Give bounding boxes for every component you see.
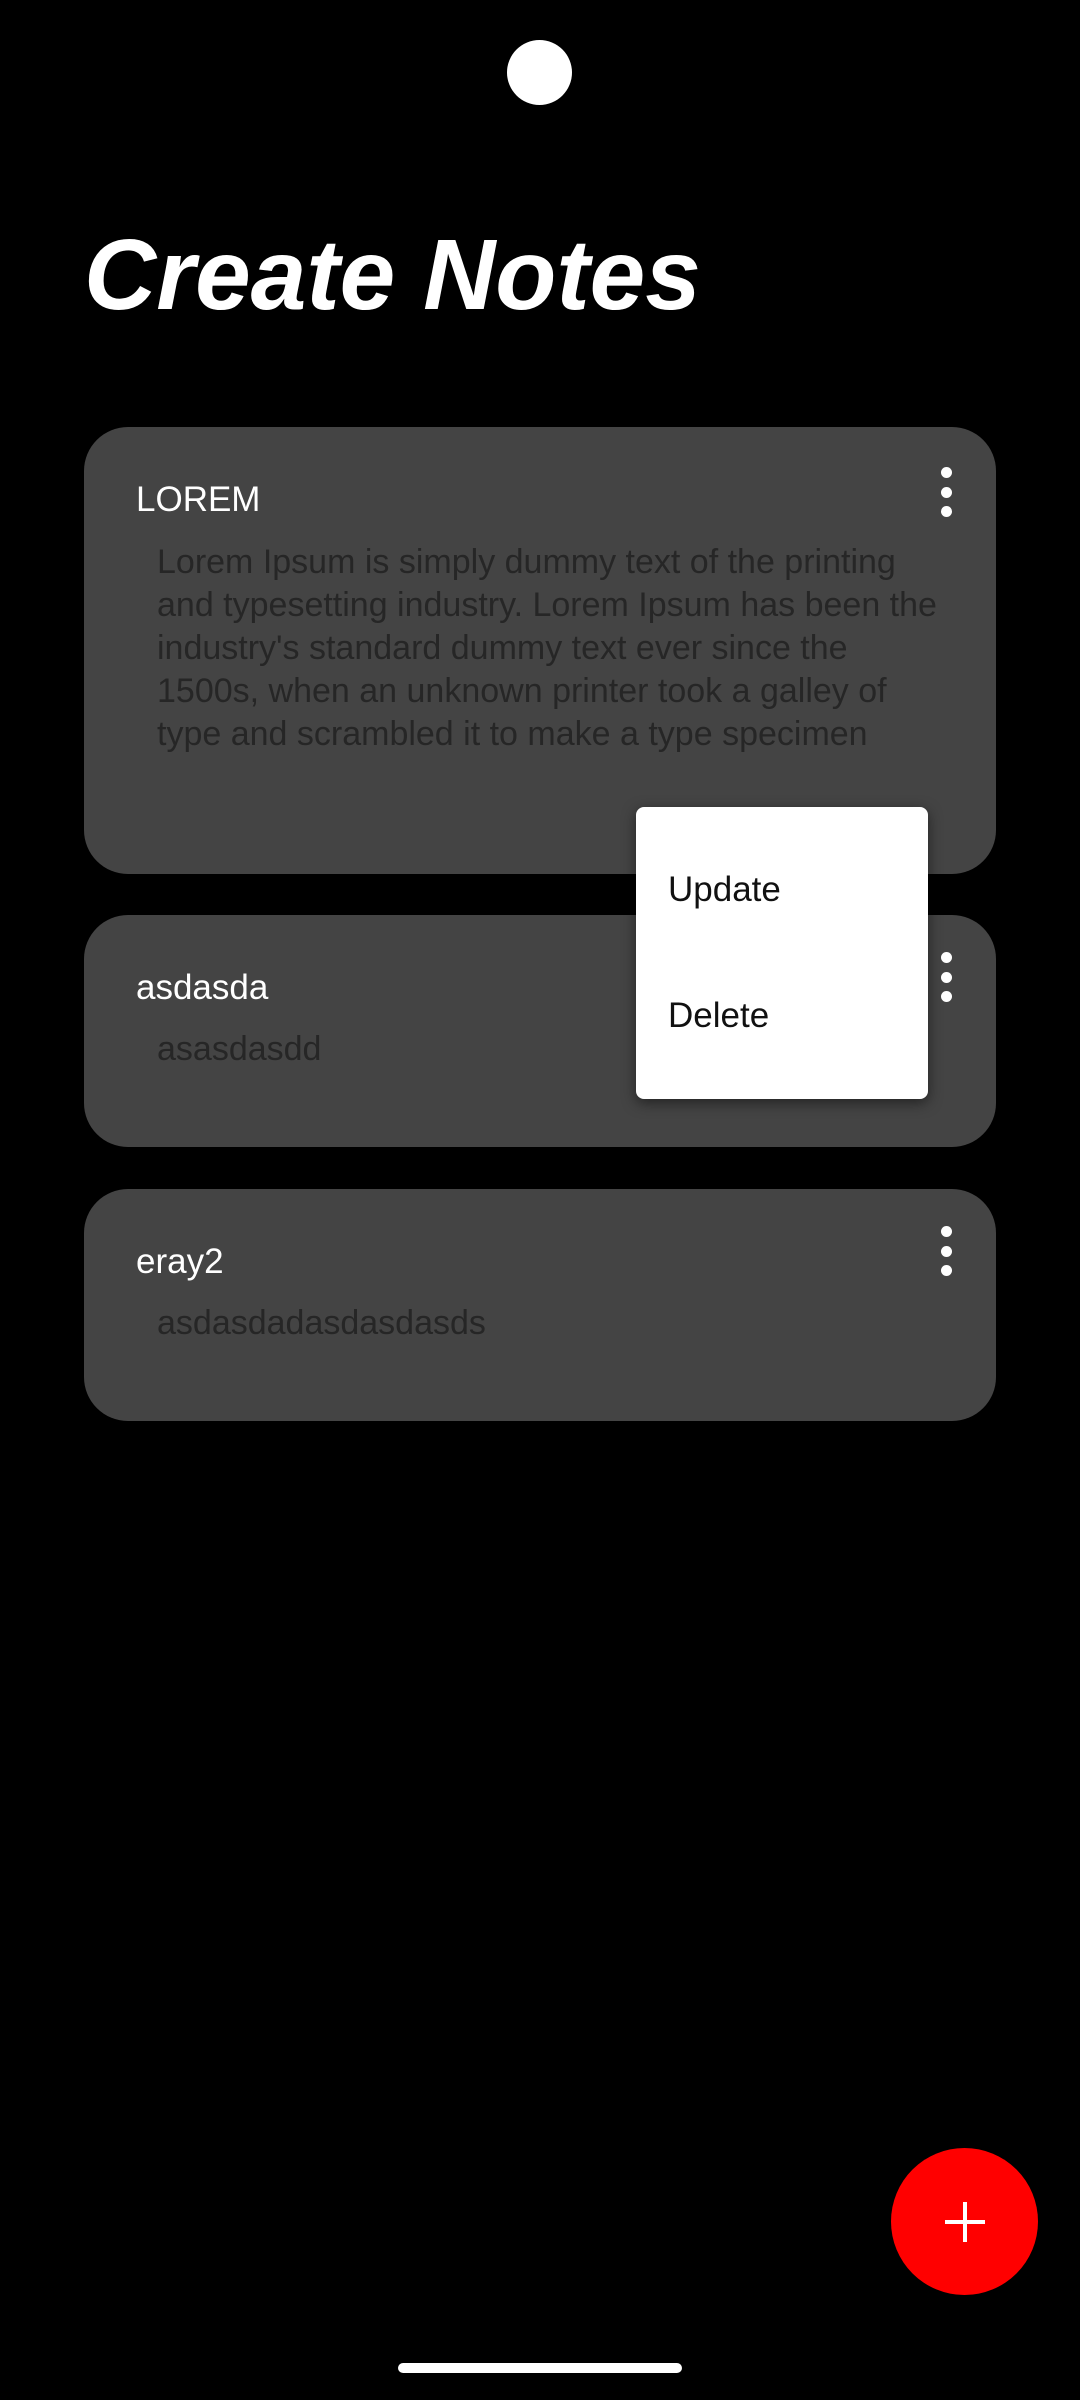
home-indicator[interactable] <box>398 2363 682 2373</box>
menu-item-delete[interactable]: Delete <box>668 995 769 1037</box>
note-title: asdasda <box>136 968 269 1007</box>
plus-icon <box>944 2201 985 2242</box>
note-card[interactable]: eray2 asdasdadasdasdasds <box>84 1189 996 1421</box>
note-body: Lorem Ipsum is simply dummy text of the … <box>157 543 937 753</box>
add-note-button[interactable] <box>891 2148 1038 2295</box>
more-vert-icon[interactable] <box>936 952 956 1002</box>
note-body: asasdasdd <box>157 1030 322 1068</box>
more-vert-icon[interactable] <box>936 467 956 517</box>
note-body: asdasdadasdasdasds <box>157 1304 486 1342</box>
note-title: eray2 <box>136 1242 224 1281</box>
menu-item-update[interactable]: Update <box>668 869 781 911</box>
note-title: LOREM <box>136 480 261 519</box>
popup-menu: Update Delete <box>636 807 928 1099</box>
page-title: Create Notes <box>84 219 701 331</box>
camera-cutout <box>507 40 572 105</box>
more-vert-icon[interactable] <box>936 1226 956 1276</box>
app-screen: Create Notes LOREM Lorem Ipsum is simply… <box>0 0 1080 2400</box>
